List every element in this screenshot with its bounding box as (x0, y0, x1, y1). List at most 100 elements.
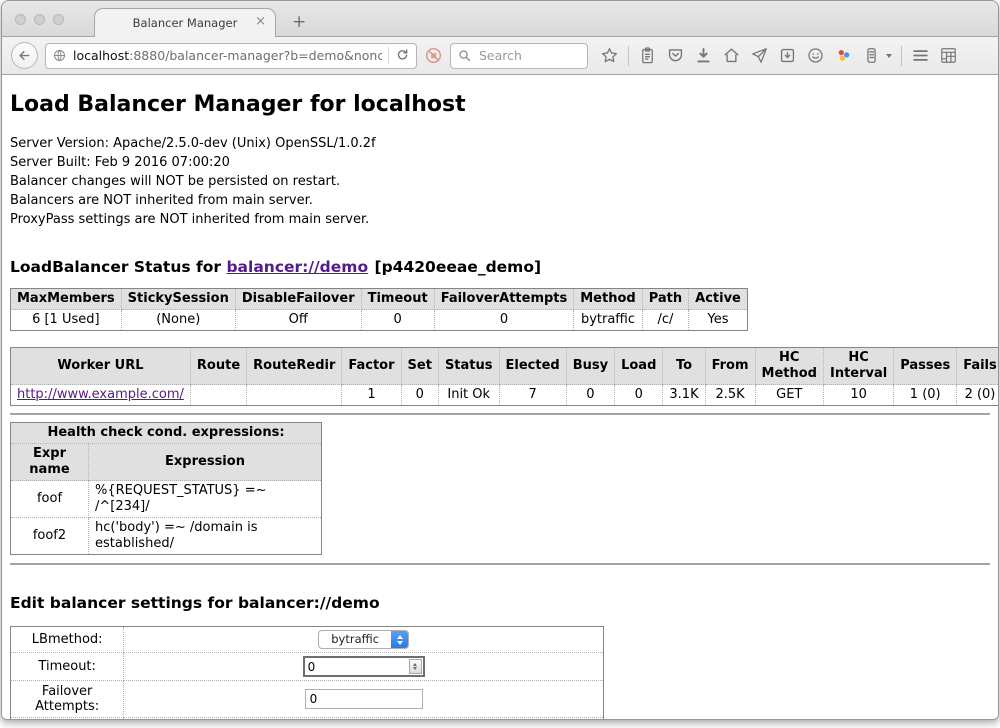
select-arrows-icon (391, 631, 408, 648)
balancer-demo-link[interactable]: balancer://demo (226, 258, 368, 276)
smiley-icon[interactable] (806, 46, 825, 65)
back-icon (17, 48, 32, 63)
url-bar[interactable]: localhost:8880/balancer-manager?b=demo&n… (45, 43, 417, 69)
clipboard-icon[interactable] (638, 46, 657, 65)
cell-passes: 1 (0) (894, 385, 957, 406)
col-fails: Fails (957, 348, 998, 385)
table-title-row: Health check cond. expressions: (11, 423, 322, 444)
window-controls (15, 14, 64, 25)
cell-from: 2.5K (705, 385, 755, 406)
col-load: Load (615, 348, 663, 385)
col-hc-interval: HC Interval (823, 348, 893, 385)
block-content-icon[interactable] (424, 46, 443, 65)
cell-worker-url: http://www.example.com/ (11, 385, 191, 406)
col-active: Active (689, 289, 748, 310)
page-content: Load Balancer Manager for localhost Serv… (2, 75, 998, 719)
lbmethod-select[interactable]: bytraffic (318, 630, 409, 649)
battery-icon[interactable] (862, 46, 881, 65)
server-built: Server Built: Feb 9 2016 07:00:20 (10, 153, 990, 172)
col-route: Route (190, 348, 246, 385)
timeout-label: Timeout: (11, 653, 124, 681)
star-icon[interactable] (600, 46, 619, 65)
col-path: Path (642, 289, 688, 310)
number-stepper-icon[interactable] (409, 659, 422, 674)
back-button[interactable] (11, 42, 38, 69)
cell-timeout: 0 (361, 310, 434, 331)
cell-to: 3.1K (663, 385, 705, 406)
worker-url-link[interactable]: http://www.example.com/ (17, 387, 184, 402)
edit-balancer-form: LBmethod: bytraffic Timeout: (10, 626, 604, 719)
balancer-settings-table: MaxMembers StickySession DisableFailover… (10, 288, 748, 331)
titlebar: Balancer Manager × + (2, 1, 998, 37)
cell-failoverattempts: 0 (434, 310, 574, 331)
menu-icon[interactable] (911, 46, 930, 65)
search-bar[interactable] (450, 43, 588, 69)
col-elected: Elected (499, 348, 566, 385)
url-text: localhost:8880/balancer-manager?b=demo&n… (73, 48, 382, 63)
download-icon[interactable] (694, 46, 713, 65)
cell-path: /c/ (642, 310, 688, 331)
globe-icon (52, 48, 67, 63)
form-row-disable-failover: Disable Failover: On Off (11, 718, 604, 720)
toolbar-divider (628, 46, 629, 66)
cell-fails: 2 (0) (957, 385, 998, 406)
col-disablefailover: DisableFailover (235, 289, 361, 310)
new-tab-button[interactable]: + (292, 13, 306, 31)
color-dots-icon[interactable] (834, 46, 853, 65)
col-method: Method (574, 289, 642, 310)
col-worker-url: Worker URL (11, 348, 191, 385)
failover-attempts-input[interactable] (305, 689, 423, 709)
form-row-timeout: Timeout: (11, 653, 604, 681)
table-header-row: Worker URL Route RouteRedir Factor Set S… (11, 348, 999, 385)
home-icon[interactable] (722, 46, 741, 65)
info-line: Balancer changes will NOT be persisted o… (10, 172, 990, 191)
health-check-table: Health check cond. expressions: Expr nam… (10, 422, 322, 555)
cell-expr-name: foof (11, 481, 89, 518)
health-table-title: Health check cond. expressions: (11, 423, 322, 444)
col-status: Status (438, 348, 499, 385)
form-row-lbmethod: LBmethod: bytraffic (11, 627, 604, 653)
col-from: From (705, 348, 755, 385)
lbmethod-selected-value: bytraffic (319, 631, 391, 648)
col-maxmembers: MaxMembers (11, 289, 122, 310)
status-heading-prefix: LoadBalancer Status for (10, 258, 221, 276)
pages-icon[interactable] (939, 46, 958, 65)
col-failoverattempts: FailoverAttempts (434, 289, 574, 310)
zoom-window-button[interactable] (53, 14, 64, 25)
search-input[interactable] (477, 47, 577, 64)
timeout-input-wrap (303, 656, 425, 677)
search-icon (457, 48, 472, 63)
table-header-row: Expr name Expression (11, 444, 322, 481)
minimize-window-button[interactable] (34, 14, 45, 25)
cell-hc-method: GET (755, 385, 823, 406)
col-to: To (663, 348, 705, 385)
toolbar-divider (901, 46, 902, 66)
pocket-icon[interactable] (666, 46, 685, 65)
reload-icon[interactable] (395, 48, 410, 63)
col-stickysession: StickySession (121, 289, 235, 310)
battery-dropdown-caret-icon[interactable] (886, 54, 892, 58)
cell-factor: 1 (342, 385, 401, 406)
tab-close-icon[interactable]: × (255, 15, 266, 29)
table-row: foof %{REQUEST_STATUS} =~ /^[234]/ (11, 481, 322, 518)
info-line: ProxyPass settings are NOT inherited fro… (10, 210, 990, 229)
cell-set: 0 (401, 385, 438, 406)
device-download-icon[interactable] (778, 46, 797, 65)
col-expr-name: Expr name (11, 444, 89, 481)
cell-method: bytraffic (574, 310, 642, 331)
table-row: foof2 hc('body') =~ /domain is establish… (11, 518, 322, 555)
col-busy: Busy (566, 348, 614, 385)
server-info: Server Version: Apache/2.5.0-dev (Unix) … (10, 134, 990, 229)
tab-balancer-manager[interactable]: Balancer Manager × (94, 8, 276, 37)
table-row: 6 [1 Used] (None) Off 0 0 bytraffic /c/ … (11, 310, 748, 331)
timeout-input[interactable] (305, 660, 409, 674)
close-window-button[interactable] (15, 14, 26, 25)
col-passes: Passes (894, 348, 957, 385)
toolbar-icons (600, 46, 958, 66)
cell-routeredir (247, 385, 342, 406)
url-host: localhost (73, 48, 129, 63)
col-factor: Factor (342, 348, 401, 385)
table-row: http://www.example.com/ 1 0 Init Ok 7 0 … (11, 385, 999, 406)
section-divider (10, 413, 990, 415)
send-icon[interactable] (750, 46, 769, 65)
